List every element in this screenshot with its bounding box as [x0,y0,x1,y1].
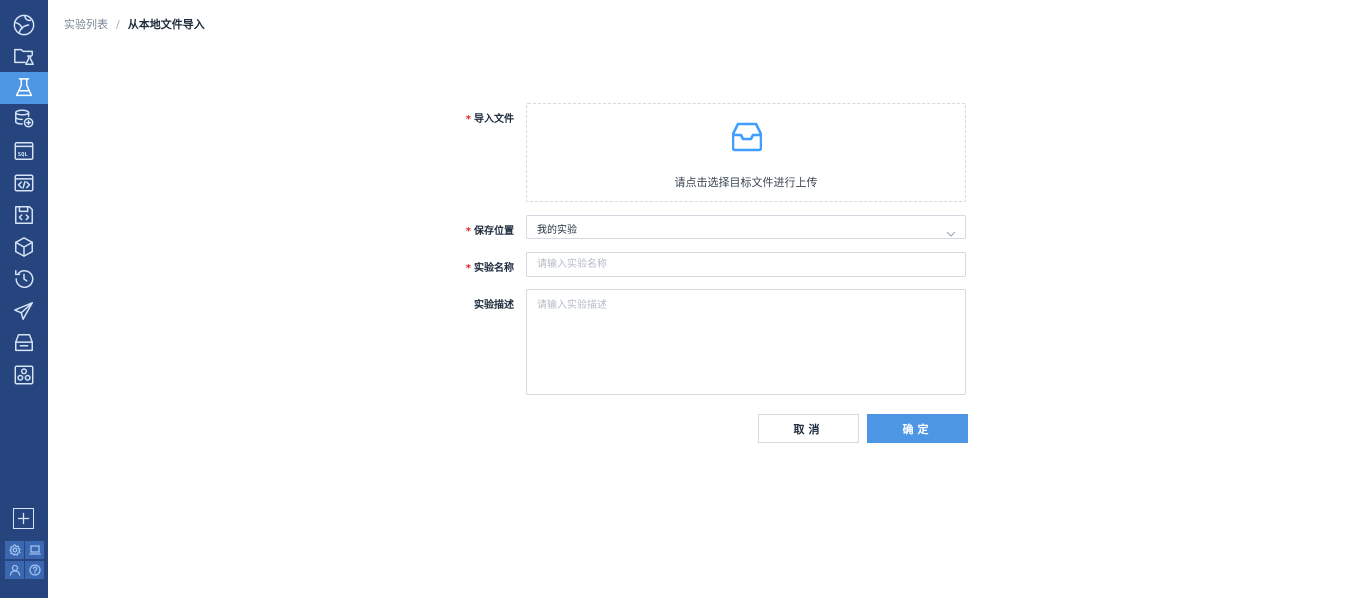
chevron-down-icon [946,223,956,237]
required-mark: * [465,226,471,237]
save-location-label-text: 保存位置 [474,226,514,237]
add-button[interactable] [13,508,34,529]
experiment-desc-label: 实验描述 [474,296,514,311]
sidebar-item-sql[interactable]: SQL [0,135,48,167]
sidebar-item-code[interactable] [0,167,48,199]
cancel-button[interactable]: 取消 [758,414,859,443]
user-button[interactable] [5,561,24,579]
settings-button[interactable] [5,541,24,559]
file-upload-area[interactable]: 请点击选择目标文件进行上传 [526,103,966,202]
sidebar-item-storage[interactable] [0,327,48,359]
svg-text:SQL: SQL [18,152,29,158]
experiment-desc-textarea[interactable] [526,289,966,395]
sidebar-item-scripts[interactable] [0,199,48,231]
device-button[interactable] [25,541,44,559]
flask-icon [15,78,33,97]
sidebar-item-experiment-folder[interactable] [0,40,48,72]
sidebar-item-history[interactable] [0,263,48,295]
experiment-name-input[interactable] [526,252,966,277]
sidebar-item-datasets[interactable] [0,103,48,135]
folder-flask-icon [14,48,34,65]
history-icon [15,270,34,288]
help-button[interactable] [25,561,44,579]
save-location-label: * 保存位置 [466,222,514,237]
user-icon [9,564,20,576]
laptop-icon [28,545,41,555]
breadcrumb: 实验列表 / 从本地文件导入 [64,16,205,32]
experiment-desc-label-text: 实验描述 [474,300,514,311]
breadcrumb-experiment-list[interactable]: 实验列表 [64,16,108,32]
required-mark: * [465,263,471,274]
confirm-button[interactable]: 确定 [867,414,968,443]
cube-icon [15,237,33,257]
plus-icon [17,512,30,525]
import-file-label: * 导入文件 [466,110,514,125]
required-mark: * [465,114,471,125]
sql-icon: SQL [14,142,34,160]
code-window-icon [14,174,34,192]
sidebar: SQL [0,0,48,598]
sidebar-item-cluster[interactable] [0,359,48,391]
globe-icon [13,14,35,36]
inbox-upload-icon [731,120,763,154]
breadcrumb-separator: / [116,17,120,31]
cluster-icon [14,365,34,385]
breadcrumb-current: 从本地文件导入 [127,18,205,31]
sidebar-item-home[interactable] [0,9,48,41]
upload-hint: 请点击选择目标文件进行上传 [674,176,818,189]
save-location-select[interactable]: 我的实验 [526,215,966,239]
experiment-name-label: * 实验名称 [466,259,514,274]
database-stack-icon [15,109,34,128]
sidebar-item-deploy[interactable] [0,295,48,327]
inbox-tray-icon [15,334,33,352]
save-location-value: 我的实验 [537,225,577,236]
sidebar-item-experiments[interactable] [0,72,48,104]
sidebar-item-models[interactable] [0,231,48,263]
code-save-icon [15,206,33,224]
help-icon [28,564,41,576]
settings-icon [8,544,21,556]
experiment-name-label-text: 实验名称 [474,263,514,274]
import-file-label-text: 导入文件 [474,114,514,125]
send-icon [14,302,33,320]
